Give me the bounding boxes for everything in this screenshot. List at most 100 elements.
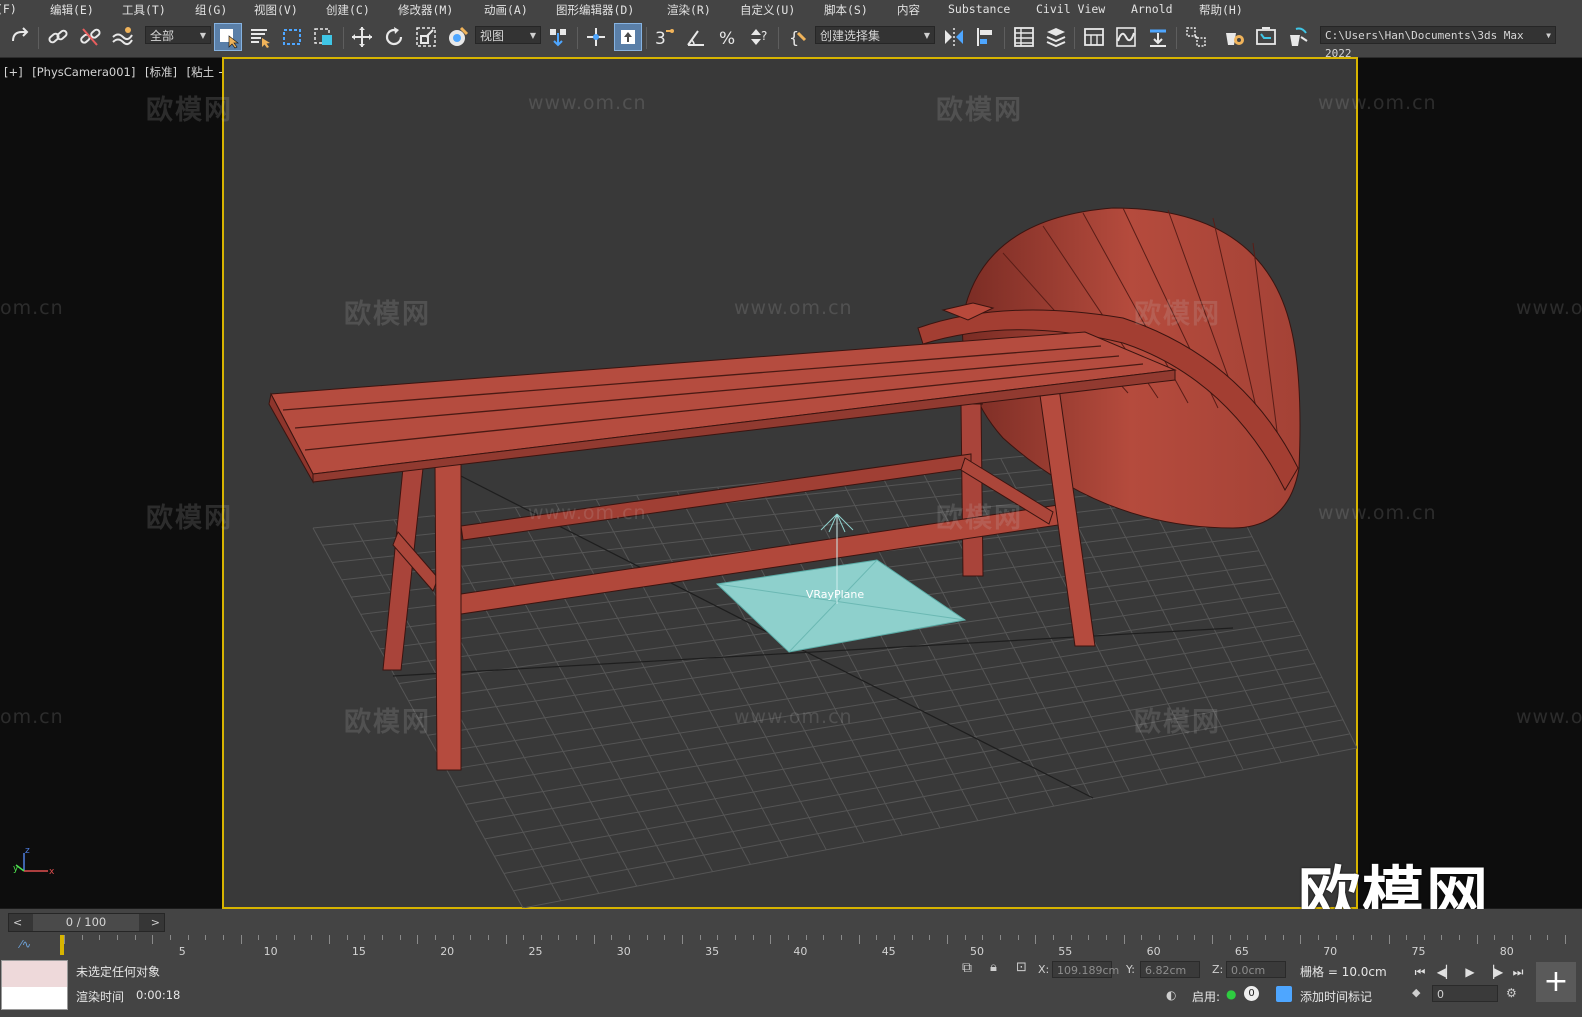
pivot-center-icon[interactable] [544, 23, 572, 51]
time-slider[interactable]: < 0 / 100 > [8, 913, 165, 932]
render-setup-icon[interactable] [1220, 23, 1248, 51]
timeline-tick [735, 935, 737, 940]
scene-explorer-icon[interactable] [1010, 23, 1038, 51]
rotate-icon[interactable] [380, 23, 408, 51]
maxscript-listener[interactable] [1, 960, 68, 1010]
timeline-tick [682, 935, 684, 944]
rectangular-selection-icon[interactable] [278, 23, 306, 51]
named-selection-set-dropdown[interactable]: 创建选择集 ▼ [815, 26, 935, 44]
angle-snap-icon[interactable] [682, 23, 710, 51]
toggle-ribbon-icon[interactable] [1080, 23, 1108, 51]
material-editor-icon[interactable] [1182, 23, 1210, 51]
camera-viewport[interactable]: VRayPlane [222, 57, 1358, 909]
snaps-toggle-icon[interactable]: 3 [650, 23, 678, 51]
adaptive-degradation-icon[interactable]: ◐ [1166, 988, 1176, 1002]
menu-bar: (F) 编辑(E) 工具(T) 组(G) 视图(V) 创建(C) 修改器(M) … [0, 0, 1582, 19]
previous-frame-icon[interactable]: ◀▏ [1437, 964, 1455, 980]
align-icon[interactable] [972, 23, 1000, 51]
viewport-standard-menu[interactable]: [标准] [145, 65, 177, 79]
go-to-start-icon[interactable]: ⏮ [1412, 964, 1428, 980]
y-coordinate-field[interactable]: 6.82cm [1140, 961, 1200, 978]
edit-named-selection-icon[interactable]: { [784, 23, 812, 51]
menu-file[interactable]: (F) [0, 2, 17, 16]
go-to-end-icon[interactable]: ⏭ [1510, 964, 1526, 980]
select-object-icon[interactable] [214, 23, 242, 51]
scale-icon[interactable] [412, 23, 440, 51]
curve-editor-icon[interactable] [1112, 23, 1140, 51]
project-folder-dropdown[interactable]: C:\Users\Han\Documents\3ds Max 2022 ▼ [1320, 26, 1556, 60]
timeline-tick [611, 935, 613, 940]
menu-substance[interactable]: Substance [948, 2, 1010, 16]
menu-scripting[interactable]: 脚本(S) [824, 2, 868, 18]
enable-label: 启用: [1192, 990, 1221, 1004]
percent-snap-icon[interactable]: % [714, 23, 742, 51]
timeline-tick [1070, 935, 1072, 940]
add-time-tag-button[interactable]: 添加时间标记 [1300, 988, 1372, 1005]
redo-icon[interactable] [6, 23, 34, 51]
layer-explorer-icon[interactable] [1042, 23, 1070, 51]
menu-help[interactable]: 帮助(H) [1199, 2, 1243, 18]
timeline-tick [1441, 935, 1443, 940]
timeline-tick [81, 935, 83, 940]
timeline-tick [1176, 935, 1178, 940]
mirror-icon[interactable] [940, 23, 968, 51]
link-icon[interactable] [44, 23, 72, 51]
menu-graph-editors[interactable]: 图形编辑器(D) [556, 2, 634, 18]
window-crossing-icon[interactable] [310, 23, 338, 51]
timeline-tick-label: 70 [1323, 945, 1338, 958]
frame-counter[interactable]: 0 / 100 [33, 914, 139, 931]
axis-tripod: z x y [13, 846, 55, 877]
render-production-icon[interactable] [1284, 23, 1312, 51]
next-frame-icon[interactable]: ▕▶ [1485, 964, 1503, 980]
spinner-snap-icon[interactable]: ? [746, 23, 774, 51]
reference-coordinate-dropdown[interactable]: 视图 ▼ [475, 26, 541, 44]
menu-tools[interactable]: 工具(T) [122, 2, 166, 18]
grid-size-status: 栅格 = 10.0cm [1300, 965, 1387, 979]
keyboard-shortcut-toggle-icon[interactable] [614, 23, 642, 51]
play-icon[interactable]: ▶ [1462, 964, 1478, 980]
selection-filter-dropdown[interactable]: 全部 ▼ [145, 26, 211, 44]
menu-customize[interactable]: 自定义(U) [740, 2, 795, 18]
select-manipulate-icon[interactable] [582, 23, 610, 51]
next-frame-arrow-icon[interactable]: > [151, 914, 160, 931]
curve-editor-mini-icon[interactable]: ⁄∿ [20, 938, 31, 951]
rendered-frame-window-icon[interactable] [1252, 23, 1280, 51]
timeline-tick [205, 935, 207, 940]
select-by-name-icon[interactable] [246, 23, 274, 51]
timeline-tick-label: 80 [1499, 945, 1514, 958]
timeline-tick [858, 935, 860, 944]
menu-civil-view[interactable]: Civil View [1036, 2, 1105, 16]
schematic-view-icon[interactable] [1144, 23, 1172, 51]
current-frame-field[interactable]: 0 [1432, 985, 1498, 1002]
menu-group[interactable]: 组(G) [195, 2, 227, 18]
unlink-icon[interactable] [76, 23, 104, 51]
absolute-mode-icon[interactable]: ⊡ [1016, 960, 1027, 975]
time-configuration-icon[interactable]: ⚙ [1506, 986, 1517, 1000]
timeline-ruler[interactable]: 510152025303540455055606570758085 [60, 935, 1570, 958]
isolate-selection-icon[interactable]: ⧉ [962, 960, 972, 976]
viewport-camera-menu[interactable]: [PhysCamera001] [32, 65, 135, 79]
menu-content[interactable]: 内容 [897, 2, 920, 18]
menu-modifiers[interactable]: 修改器(M) [398, 2, 453, 18]
z-coordinate-field[interactable]: 0.0cm [1226, 961, 1286, 978]
placement-icon[interactable] [444, 23, 472, 51]
key-mode-toggle-icon[interactable]: ◆ [1412, 986, 1420, 999]
menu-create[interactable]: 创建(C) [326, 2, 370, 18]
timeline-tick [187, 935, 189, 940]
menu-rendering[interactable]: 渲染(R) [667, 2, 711, 18]
selection-lock-icon[interactable]: 🔒︎ [990, 960, 997, 975]
move-icon[interactable] [348, 23, 376, 51]
menu-edit[interactable]: 编辑(E) [50, 2, 94, 18]
viewport-general-menu[interactable]: [+] [4, 65, 23, 79]
bind-space-warp-icon[interactable] [108, 23, 136, 51]
menu-arnold[interactable]: Arnold [1131, 2, 1173, 16]
timeline-tick [1035, 935, 1037, 944]
prev-frame-arrow-icon[interactable]: < [13, 914, 22, 931]
time-tag-icon[interactable] [1276, 986, 1292, 1002]
enable-counter[interactable]: 0 [1244, 986, 1259, 1001]
menu-animation[interactable]: 动画(A) [484, 2, 528, 18]
x-coordinate-field[interactable]: 109.189cm [1052, 961, 1119, 978]
menu-view[interactable]: 视图(V) [254, 2, 298, 18]
viewport-navigation-plus-icon[interactable]: + [1536, 962, 1576, 1002]
grid-line [522, 747, 1357, 908]
